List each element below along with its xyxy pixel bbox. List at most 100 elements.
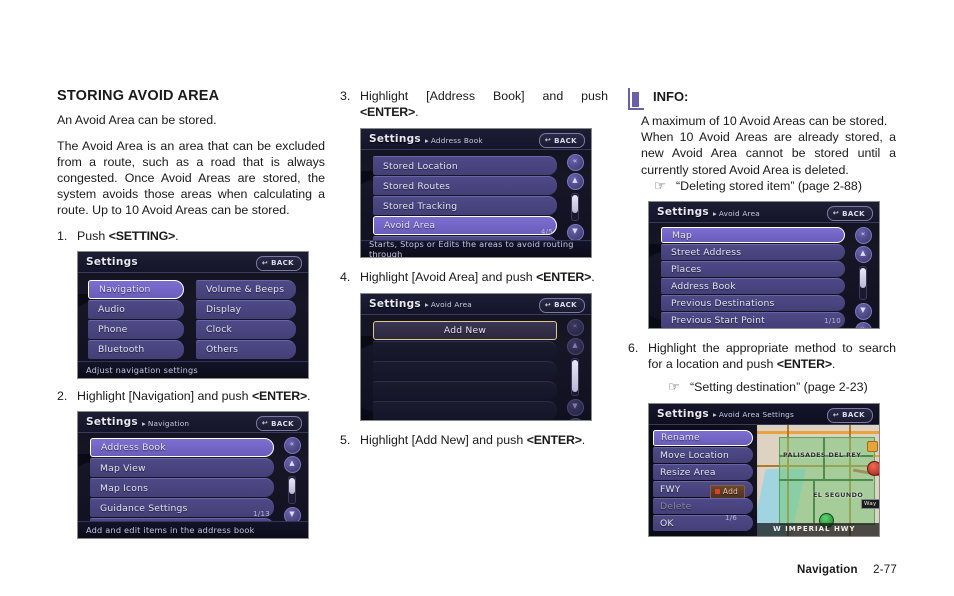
- screen-hint-text: Add and edit items in the address book: [86, 525, 255, 536]
- menu-item-places[interactable]: Places: [661, 261, 845, 278]
- menu-item-rename[interactable]: Rename: [653, 429, 753, 446]
- page-up-icon[interactable]: «: [283, 437, 301, 455]
- back-button-label: BACK: [842, 209, 865, 218]
- fwy-add-badge[interactable]: Add: [709, 484, 745, 499]
- step-6-crossref[interactable]: ☞ “Setting destination” (page 2-23): [628, 379, 896, 395]
- page-indicator: 1/10: [824, 317, 841, 326]
- menu-item-ok[interactable]: OK: [653, 514, 753, 531]
- menu-item-label: Guidance Settings: [100, 502, 188, 514]
- scrollbar-thumb[interactable]: [289, 478, 295, 495]
- menu-item-previous-start-point[interactable]: Previous Start Point: [661, 312, 845, 329]
- scrollbar-track[interactable]: [571, 193, 579, 222]
- menu-item-label: FWY: [660, 483, 681, 495]
- info-label: INFO:: [653, 89, 689, 104]
- menu-item-stored-tracking[interactable]: Stored Tracking: [373, 196, 557, 216]
- chevron-up-icon[interactable]: ▲: [854, 246, 872, 264]
- info-crossref-text: “Deleting stored item” (page 2-88): [676, 178, 862, 193]
- menu-item-street-address[interactable]: Street Address: [661, 244, 845, 261]
- page-up-icon[interactable]: «: [566, 318, 584, 336]
- map-waypoint-label: Way: [861, 498, 879, 509]
- scrollbar-thumb[interactable]: [860, 268, 866, 289]
- menu-item-label: Places: [671, 264, 702, 276]
- map-poi-icon[interactable]: [867, 440, 878, 452]
- menu-item-add-new[interactable]: Add New: [373, 320, 557, 340]
- back-button-label: BACK: [271, 259, 294, 268]
- back-button[interactable]: ↩ BACK: [255, 255, 302, 271]
- menu-item-guidance-settings[interactable]: Guidance Settings: [90, 498, 274, 518]
- column-right: INFO: A maximum of 10 Avoid Areas can be…: [628, 88, 896, 537]
- step-3-pre: Highlight [Address Book] and push: [360, 89, 608, 103]
- menu-item-resize-area[interactable]: Resize Area: [653, 463, 753, 480]
- menu-item-map[interactable]: Map: [661, 227, 845, 244]
- menu-item-audio[interactable]: Audio: [88, 299, 184, 319]
- chevron-up-icon[interactable]: ▲: [566, 173, 584, 191]
- step-3-key: <ENTER>: [360, 105, 416, 120]
- footer-page-number: 2-77: [873, 564, 897, 576]
- screen-hint-text: Starts, Stops or Edits the areas to avoi…: [369, 239, 574, 259]
- screen-hint-bar: Starts, Stops or Edits the areas to avoi…: [361, 239, 591, 259]
- info-crossref[interactable]: ☞ “Deleting stored item” (page 2-88): [628, 178, 896, 194]
- menu-item-others[interactable]: Others: [196, 339, 296, 359]
- step-5-text: Highlight [Add New] and push <ENTER>.: [360, 432, 608, 448]
- menu-item-avoid-area[interactable]: Avoid Area: [373, 216, 557, 236]
- info-icon: [628, 88, 644, 110]
- step-4-pre: Highlight [Avoid Area] and push: [360, 270, 537, 285]
- step-1-text: Push <SETTING>.: [77, 228, 325, 244]
- back-button[interactable]: ↩ BACK: [255, 416, 302, 432]
- menu-item-label: Address Book: [671, 281, 736, 293]
- chevron-down-icon[interactable]: ▼: [566, 398, 584, 416]
- step-3-number: 3.: [340, 89, 351, 103]
- menu-item-stored-routes[interactable]: Stored Routes: [373, 176, 557, 196]
- column-left: STORING AVOID AREA An Avoid Area can be …: [57, 88, 325, 540]
- menu-item-phone[interactable]: Phone: [88, 319, 184, 339]
- screen-breadcrumb: Address Book: [425, 136, 483, 145]
- map-view[interactable]: PALISADES DEL REY EL SEGUNDO Way W IMPER…: [757, 424, 879, 536]
- back-button[interactable]: ↩ BACK: [826, 206, 873, 222]
- menu-item-previous-destinations[interactable]: Previous Destinations: [661, 295, 845, 312]
- menu-item-display[interactable]: Display: [196, 299, 296, 319]
- chevron-up-icon[interactable]: ▲: [566, 337, 584, 355]
- screen-title: Settings: [369, 297, 421, 310]
- menu-item-navigation[interactable]: Navigation: [88, 279, 184, 299]
- menu-item-label: Others: [206, 344, 239, 356]
- scroll-rail: « ▲ ▼ »: [563, 318, 587, 420]
- chevron-up-icon[interactable]: ▲: [283, 456, 301, 474]
- chevron-down-icon[interactable]: ▼: [854, 303, 872, 321]
- page-down-icon[interactable]: »: [854, 322, 872, 329]
- menu-item-move-location[interactable]: Move Location: [653, 446, 753, 463]
- back-button[interactable]: ↩ BACK: [538, 133, 585, 149]
- badge-square-icon: [714, 489, 720, 495]
- scrollbar-track[interactable]: [571, 357, 579, 396]
- menu-item-address-book[interactable]: Address Book: [661, 278, 845, 295]
- screen-hint-bar: Add and edit items in the address book: [78, 521, 308, 539]
- menu-item-address-book[interactable]: Address Book: [90, 438, 274, 458]
- back-button[interactable]: ↩ BACK: [538, 297, 585, 313]
- step-2-text: Highlight [Navigation] and push <ENTER>.: [77, 388, 325, 404]
- map-marker-icon[interactable]: [867, 460, 879, 476]
- menu-item-map-view[interactable]: Map View: [90, 458, 274, 478]
- screen-breadcrumb: Avoid Area Settings: [713, 410, 794, 419]
- menu-item-clock[interactable]: Clock: [196, 319, 296, 339]
- page-up-icon[interactable]: «: [854, 227, 872, 245]
- scrollbar-thumb[interactable]: [572, 359, 578, 392]
- scrollbar-thumb[interactable]: [572, 195, 578, 214]
- menu-item-map-icons[interactable]: Map Icons: [90, 478, 274, 498]
- menu-item-stored-location[interactable]: Stored Location: [373, 156, 557, 176]
- menu-item-label: Add New: [443, 324, 487, 336]
- step-6-pre: Highlight the appropriate method to sear…: [648, 341, 896, 372]
- scrollbar-track[interactable]: [288, 476, 296, 505]
- page-down-icon[interactable]: »: [566, 417, 584, 420]
- step-2: 2. Highlight [Navigation] and push <ENTE…: [57, 388, 325, 404]
- page-indicator: 1/13: [253, 510, 270, 519]
- scrollbar-track[interactable]: [859, 266, 867, 301]
- map-road: [757, 430, 879, 434]
- scroll-rail: « ▲ ▼ »: [280, 437, 304, 539]
- menu-item-fwy[interactable]: FWY Add: [653, 480, 753, 499]
- back-button[interactable]: ↩ BACK: [826, 407, 873, 423]
- screenshot-avoid-area-settings: PALISADES DEL REY EL SEGUNDO Way W IMPER…: [648, 402, 880, 537]
- menu-item-volume-beeps[interactable]: Volume & Beeps: [196, 279, 296, 299]
- menu-item-bluetooth[interactable]: Bluetooth: [88, 339, 184, 359]
- screen-hint-bar: Adjust navigation settings: [78, 360, 308, 378]
- menu-item-empty: [373, 380, 557, 400]
- page-up-icon[interactable]: «: [566, 154, 584, 172]
